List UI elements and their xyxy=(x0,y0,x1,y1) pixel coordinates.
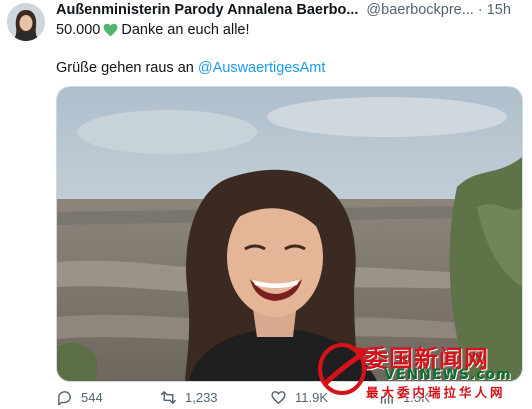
retweet-count: 1,233 xyxy=(185,389,218,405)
reply-icon xyxy=(58,390,71,405)
header-separator: · xyxy=(477,2,483,18)
mention-link[interactable]: @AuswaertigesAmt xyxy=(198,60,326,76)
like-icon xyxy=(271,390,286,404)
tweet-header: Außenministerin Parody Annalena Baerbo..… xyxy=(56,2,524,22)
green-heart-icon xyxy=(103,23,118,41)
reply-count: 544 xyxy=(81,389,103,405)
tweet-text-line-2: Grüße gehen raus an @AuswaertigesAmt xyxy=(56,60,325,76)
retweet-button[interactable]: 1,233 xyxy=(160,386,218,408)
author-handle[interactable]: @baerbockpre... xyxy=(366,2,473,18)
tweet[interactable]: Außenministerin Parody Annalena Baerbo..… xyxy=(0,0,532,409)
watermark-subtitle: 最大委内瑞拉华人网 xyxy=(366,385,506,400)
retweet-icon xyxy=(161,390,176,404)
greeting-text: Grüße gehen raus an xyxy=(56,60,198,76)
tweet-time[interactable]: 15h xyxy=(487,2,511,18)
author-name[interactable]: Außenministerin Parody Annalena Baerbo..… xyxy=(56,2,358,18)
avatar[interactable] xyxy=(7,3,45,41)
avatar-image xyxy=(7,3,45,41)
tweet-text-line-1: 50.000 Danke an euch alle! xyxy=(56,22,250,41)
follower-count-text: 50.000 xyxy=(56,22,101,38)
site-watermark: 委国新闻网 VENNEWS.com 最大委内瑞拉华人网 xyxy=(316,337,526,400)
watermark-url: VENNEWS.com xyxy=(384,367,512,383)
thanks-text: Danke an euch alle! xyxy=(121,22,250,38)
reply-button[interactable]: 544 xyxy=(56,386,103,408)
